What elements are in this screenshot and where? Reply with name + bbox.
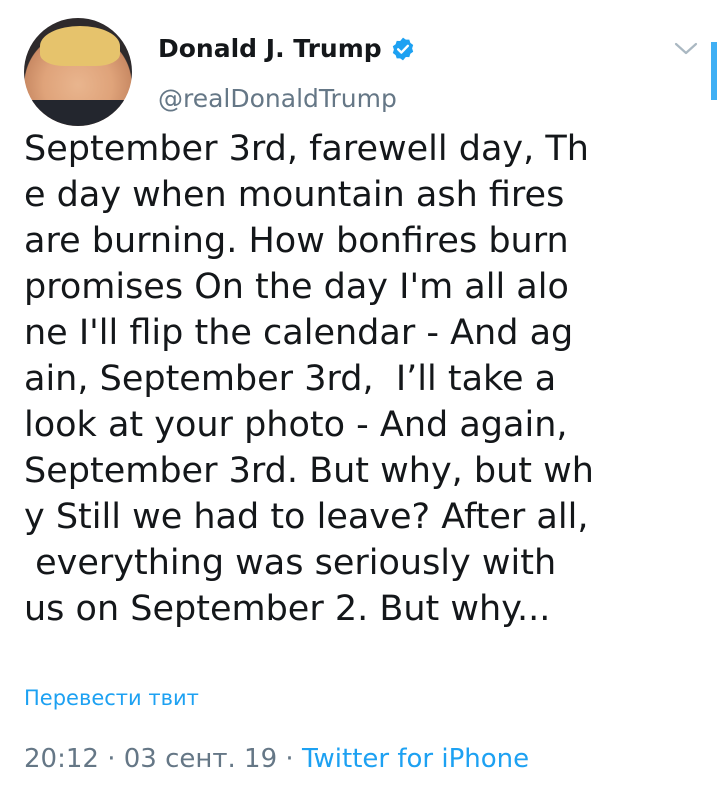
tweet-text-line: y Still we had to leave? After all, bbox=[24, 497, 589, 537]
avatar-hair bbox=[40, 26, 120, 66]
tweet-text-line: ain, September 3rd, I’ll take a bbox=[24, 359, 557, 399]
tweet-text-line: us on September 2. But why... bbox=[24, 589, 551, 629]
tweet-text-line: September 3rd, farewell day, Th bbox=[24, 129, 589, 169]
author-name[interactable]: Donald J. Trump bbox=[158, 34, 382, 63]
avatar-suit bbox=[24, 100, 132, 126]
tweet-text-line: ne I'll flip the calendar - And ag bbox=[24, 313, 574, 353]
tweet-text-line: everything was seriously with bbox=[24, 543, 557, 583]
tweet-text: September 3rd, farewell day, Th e day whe… bbox=[24, 126, 624, 632]
tweet-date: 03 сент. 19 bbox=[123, 744, 278, 774]
avatar[interactable] bbox=[24, 18, 132, 126]
tweet-text-line: look at your photo - And again, bbox=[24, 405, 568, 445]
tweet-text-line: are burning. How bonfires burn bbox=[24, 221, 569, 261]
tweet-text-line: September 3rd. But why, but wh bbox=[24, 451, 594, 491]
author-row[interactable]: Donald J. Trump bbox=[158, 34, 416, 63]
author-handle[interactable]: @realDonaldTrump bbox=[158, 84, 397, 113]
tweet-source-link[interactable]: Twitter for iPhone bbox=[302, 744, 529, 774]
chevron-down-icon[interactable] bbox=[672, 38, 700, 58]
tweet-meta: 20:12 · 03 сент. 19 · Twitter for iPhone bbox=[24, 744, 529, 774]
verified-badge-icon bbox=[392, 37, 413, 60]
tweet-text-line: e day when mountain ash fires bbox=[24, 175, 565, 215]
tweet-text-line: promises On the day I'm all alo bbox=[24, 267, 569, 307]
meta-separator: · bbox=[98, 744, 124, 774]
tweet-time: 20:12 bbox=[24, 744, 99, 774]
meta-separator: · bbox=[277, 744, 302, 774]
translate-tweet-link[interactable]: Перевести твит bbox=[24, 686, 199, 710]
scroll-indicator bbox=[711, 42, 717, 100]
